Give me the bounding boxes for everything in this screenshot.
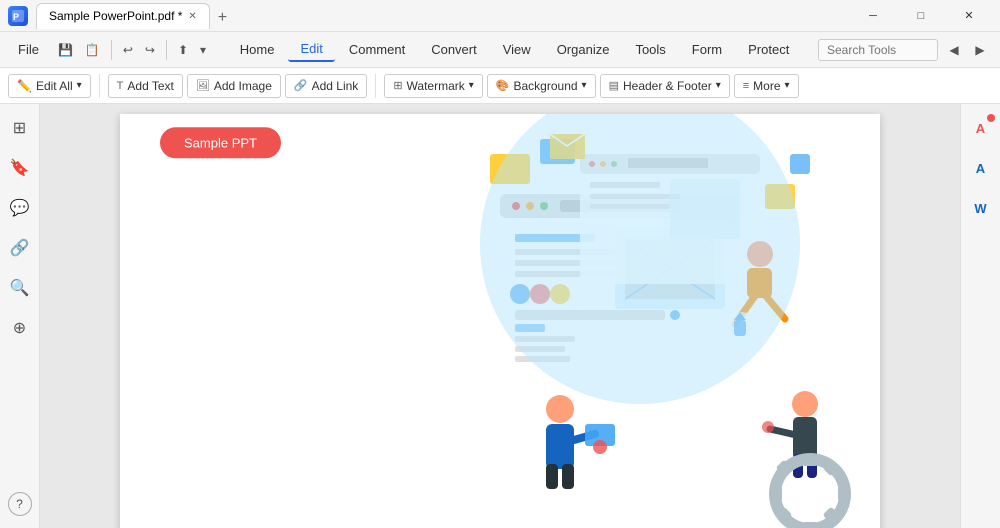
slide-button[interactable]: Sample PPT [160, 128, 281, 159]
maximize-button[interactable]: □ [898, 0, 944, 32]
background-button[interactable]: 🎨 Background [487, 74, 596, 98]
save2-button[interactable]: 📋 [80, 40, 105, 60]
add-link-button[interactable]: 🔗 Add Link [285, 74, 367, 98]
svg-text:P: P [13, 12, 19, 22]
comment-sidebar-icon[interactable]: 💬 [4, 192, 36, 224]
tab-container: Sample PowerPoint.pdf * ✕ + [36, 3, 842, 29]
slide-text-area: Sample PowerPoint Sample PPT [160, 114, 459, 159]
add-text-button[interactable]: T Add Text [108, 74, 183, 98]
toolbar-sep3 [99, 74, 100, 98]
bookmark-icon[interactable]: 🔖 [4, 152, 36, 184]
left-sidebar: ⊞ 🔖 💬 🔗 🔍 ⊕ ? [0, 104, 40, 528]
titlebar: P Sample PowerPoint.pdf * ✕ + ─ □ ✕ [0, 0, 1000, 32]
ai-blue-icon[interactable]: A [965, 152, 997, 184]
menubar: File 💾 📋 ↩ ↪ ⬆ ▾ Home Edit Comment Conve… [0, 32, 1000, 68]
link-sidebar-icon[interactable]: 🔗 [4, 232, 36, 264]
back-nav-button[interactable]: ◀ [942, 38, 966, 62]
nav-comment[interactable]: Comment [337, 38, 417, 61]
nav-home[interactable]: Home [228, 38, 287, 61]
edit-all-button[interactable]: ✏️ Edit All [8, 74, 91, 98]
pdf-page: Sample PowerPoint Sample PPT [120, 114, 880, 528]
app-logo: P [8, 6, 28, 26]
word-icon[interactable]: W [965, 192, 997, 224]
minimize-button[interactable]: ─ [850, 0, 896, 32]
nav-edit[interactable]: Edit [288, 37, 334, 62]
edit-toolbar: ✏️ Edit All T Add Text 🖼 Add Image 🔗 Add… [0, 68, 1000, 104]
forward-nav-button[interactable]: ▶ [968, 38, 992, 62]
notification-badge [987, 114, 995, 122]
add-image-button[interactable]: 🖼 Add Image [187, 74, 281, 98]
tab-close-btn[interactable]: ✕ [188, 11, 196, 22]
nav-convert[interactable]: Convert [419, 38, 489, 61]
window-controls: ─ □ ✕ [850, 0, 992, 32]
active-tab[interactable]: Sample PowerPoint.pdf * ✕ [36, 3, 210, 29]
toolbar-sep1 [111, 40, 112, 60]
right-panel: A A W [960, 104, 1000, 528]
nav-form[interactable]: Form [680, 38, 734, 61]
undo-button[interactable]: ↩ [118, 40, 138, 60]
pages-icon[interactable]: ⊞ [4, 112, 36, 144]
search-tools-input[interactable] [818, 39, 938, 61]
more-tools-button[interactable]: ▾ [195, 40, 211, 60]
toolbar-sep4 [375, 74, 376, 98]
more-button[interactable]: ≡ More [734, 74, 799, 98]
help-icon[interactable]: ? [8, 492, 32, 516]
close-button[interactable]: ✕ [946, 0, 992, 32]
header-footer-button[interactable]: ▤ Header & Footer [600, 74, 730, 98]
nav-tabs: Home Edit Comment Convert View Organize … [215, 37, 814, 62]
save-button[interactable]: 💾 [53, 40, 78, 60]
new-tab-button[interactable]: + [212, 7, 233, 29]
file-menu[interactable]: File [8, 38, 49, 61]
sidebar-bottom: ? [8, 488, 32, 520]
nav-organize[interactable]: Organize [545, 38, 622, 61]
layers-icon[interactable]: ⊕ [4, 312, 36, 344]
ai-red-icon[interactable]: A [965, 112, 997, 144]
watermark-button[interactable]: ⊞ Watermark [384, 74, 482, 98]
upload-button[interactable]: ⬆ [173, 40, 193, 60]
search-tools-area: ◀ ▶ [818, 38, 992, 62]
content-area: Sample PowerPoint Sample PPT [40, 104, 960, 528]
nav-view[interactable]: View [491, 38, 543, 61]
main-area: ⊞ 🔖 💬 🔗 🔍 ⊕ ? Sample PowerPoint [0, 104, 1000, 528]
nav-tools[interactable]: Tools [623, 38, 677, 61]
search-sidebar-icon[interactable]: 🔍 [4, 272, 36, 304]
tab-label: Sample PowerPoint.pdf * [49, 9, 182, 23]
search-nav: ◀ ▶ [942, 38, 992, 62]
nav-protect[interactable]: Protect [736, 38, 801, 61]
toolbar-group: 💾 📋 ↩ ↪ ⬆ ▾ [53, 40, 211, 60]
toolbar-sep2 [166, 40, 167, 60]
redo-button[interactable]: ↪ [140, 40, 160, 60]
